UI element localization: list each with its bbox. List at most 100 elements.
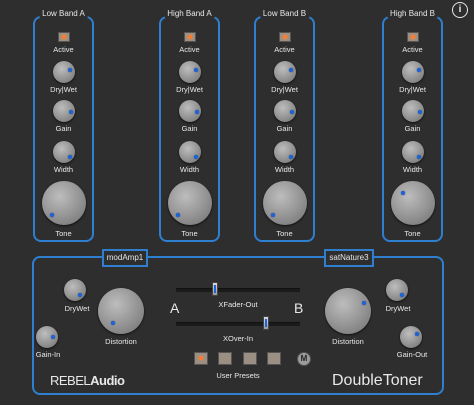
knob-indicator bbox=[400, 293, 404, 297]
low-band-a-active-button[interactable] bbox=[57, 32, 70, 42]
preset-button-4[interactable] bbox=[267, 352, 281, 365]
xfader-label: XFader-Out bbox=[218, 300, 258, 309]
high-band-b-tone-knob[interactable] bbox=[390, 181, 435, 225]
knob-indicator bbox=[194, 110, 199, 114]
midi-icon: M bbox=[300, 354, 308, 363]
amp-a-name-tag[interactable]: modAmp1 bbox=[102, 249, 148, 267]
knob-indicator bbox=[288, 155, 293, 159]
low-band-a-drywet-label: Dry|Wet bbox=[50, 85, 77, 94]
amp-a-drywet-knob[interactable] bbox=[64, 279, 86, 301]
label-b: B bbox=[294, 300, 304, 316]
xover-label: XOver-In bbox=[222, 334, 254, 343]
label-a: A bbox=[170, 300, 180, 316]
info-icon: i bbox=[458, 4, 462, 15]
knob-indicator bbox=[417, 110, 422, 114]
high-band-b-gain-knob[interactable] bbox=[401, 100, 424, 122]
high-band-b-active-button[interactable] bbox=[406, 32, 419, 42]
low-band-b-title: Low Band B bbox=[259, 9, 310, 18]
knob-indicator bbox=[362, 301, 366, 305]
knob-indicator bbox=[400, 191, 405, 195]
high-band-b-active-label: Active bbox=[402, 45, 423, 54]
xover-track[interactable] bbox=[176, 322, 300, 326]
high-band-b-width-label: Width bbox=[402, 165, 423, 174]
high-band-a-tone-label: Tone bbox=[181, 229, 198, 238]
low-band-a-width-knob[interactable] bbox=[52, 141, 75, 163]
high-band-a-active-label: Active bbox=[179, 45, 200, 54]
amp-b-drywet-label: DryWet bbox=[385, 304, 411, 313]
amp-b-distortion-knob[interactable] bbox=[325, 288, 371, 334]
high-band-a-gain-knob[interactable] bbox=[178, 100, 201, 122]
low-band-a-tone-knob[interactable] bbox=[41, 181, 86, 225]
low-band-a-drywet-knob[interactable] bbox=[52, 61, 75, 83]
knob-indicator bbox=[68, 110, 73, 114]
knob-indicator bbox=[288, 68, 293, 72]
low-band-b-gain-knob[interactable] bbox=[273, 100, 296, 122]
info-button[interactable]: i bbox=[452, 2, 468, 18]
low-band-a-gain-knob[interactable] bbox=[52, 100, 75, 122]
amp-a-gain-in-label: Gain-In bbox=[35, 350, 61, 359]
amp-b-name-tag[interactable]: satNature3 bbox=[324, 249, 374, 267]
knob-indicator bbox=[415, 332, 419, 336]
amp-a-distortion-knob[interactable] bbox=[98, 288, 144, 334]
high-band-b-drywet-knob[interactable] bbox=[401, 61, 424, 83]
amp-a-drywet-label: DryWet bbox=[64, 304, 90, 313]
high-band-a-gain-label: Gain bbox=[181, 124, 198, 133]
knob-indicator bbox=[193, 68, 198, 72]
knob-indicator bbox=[49, 213, 54, 217]
amp-a-distortion-label: Distortion bbox=[105, 337, 137, 346]
high-band-a-title: High Band A bbox=[164, 9, 215, 18]
led-indicator bbox=[61, 35, 66, 39]
amp-a-gain-in-knob[interactable] bbox=[36, 326, 58, 348]
low-band-b-drywet-label: Dry|Wet bbox=[271, 85, 298, 94]
amp-b-drywet-knob[interactable] bbox=[386, 279, 408, 301]
knob-indicator bbox=[67, 68, 72, 72]
high-band-a-tone-knob[interactable] bbox=[167, 181, 212, 225]
knob-indicator bbox=[416, 68, 421, 72]
low-band-a-width-label: Width bbox=[53, 165, 74, 174]
knob-indicator bbox=[416, 155, 421, 159]
low-band-a-title: Low Band A bbox=[39, 9, 88, 18]
high-band-b-gain-label: Gain bbox=[404, 124, 421, 133]
knob-indicator bbox=[270, 213, 275, 217]
amp-b-gain-out-label: Gain-Out bbox=[396, 350, 428, 359]
knob-indicator bbox=[193, 155, 198, 159]
low-band-b-active-label: Active bbox=[274, 45, 295, 54]
high-band-b-title: High Band B bbox=[387, 9, 438, 18]
product-name: DoubleToner bbox=[332, 372, 423, 389]
low-band-b-width-label: Width bbox=[274, 165, 295, 174]
presets-label: User Presets bbox=[216, 371, 260, 380]
high-band-a-width-label: Width bbox=[179, 165, 200, 174]
high-band-a-width-knob[interactable] bbox=[178, 141, 201, 163]
low-band-b-active-button[interactable] bbox=[278, 32, 291, 42]
low-band-a-tone-label: Tone bbox=[55, 229, 72, 238]
xover-thumb[interactable] bbox=[263, 316, 269, 330]
preset-button-2[interactable] bbox=[218, 352, 232, 365]
xfader-track[interactable] bbox=[176, 288, 300, 292]
high-band-b-tone-label: Tone bbox=[404, 229, 421, 238]
brand-logo: REBELAudio bbox=[50, 373, 125, 388]
xfader-thumb[interactable] bbox=[212, 282, 218, 296]
high-band-a-drywet-knob[interactable] bbox=[178, 61, 201, 83]
preset-button-1[interactable] bbox=[194, 352, 208, 365]
high-band-a-drywet-label: Dry|Wet bbox=[176, 85, 203, 94]
led-indicator bbox=[187, 35, 192, 39]
low-band-b-tone-label: Tone bbox=[276, 229, 293, 238]
midi-button[interactable]: M bbox=[297, 352, 311, 366]
low-band-b-tone-knob[interactable] bbox=[262, 181, 307, 225]
high-band-a-active-button[interactable] bbox=[183, 32, 196, 42]
low-band-b-gain-label: Gain bbox=[276, 124, 293, 133]
high-band-b-drywet-label: Dry|Wet bbox=[399, 85, 426, 94]
low-band-a-active-label: Active bbox=[53, 45, 74, 54]
knob-indicator bbox=[78, 293, 82, 297]
low-band-b-drywet-knob[interactable] bbox=[273, 61, 296, 83]
low-band-b-width-knob[interactable] bbox=[273, 141, 296, 163]
knob-indicator bbox=[67, 155, 72, 159]
knob-indicator bbox=[111, 321, 115, 325]
led-indicator bbox=[410, 35, 415, 39]
preset-button-3[interactable] bbox=[243, 352, 257, 365]
knob-indicator bbox=[289, 110, 294, 114]
amp-b-gain-out-knob[interactable] bbox=[400, 326, 422, 348]
high-band-b-width-knob[interactable] bbox=[401, 141, 424, 163]
led-indicator bbox=[282, 35, 287, 39]
amp-b-distortion-label: Distortion bbox=[332, 337, 364, 346]
